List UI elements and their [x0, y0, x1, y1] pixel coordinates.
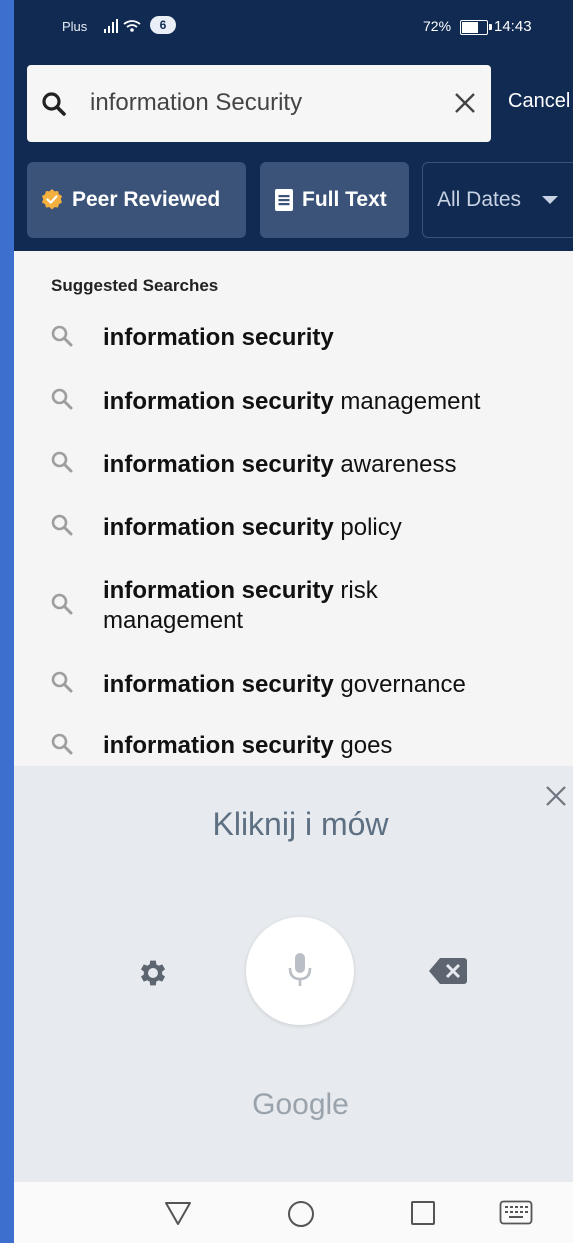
date-range-label: All Dates	[437, 188, 522, 211]
full-text-label: Full Text	[302, 188, 387, 211]
carrier-label: Plus	[62, 19, 88, 34]
android-nav-bar	[14, 1182, 573, 1243]
search-icon	[50, 450, 74, 479]
voice-input-panel: Kliknij i mów Google	[14, 766, 573, 1182]
home-nav-icon[interactable]	[287, 1200, 315, 1233]
back-nav-icon[interactable]	[163, 1200, 193, 1231]
suggestion-rest: goes	[333, 732, 393, 759]
peer-reviewed-label: Peer Reviewed	[72, 188, 221, 211]
search-icon	[50, 670, 74, 699]
google-logo: Google	[252, 1088, 349, 1121]
suggestion-match: information security	[103, 324, 334, 351]
suggestion-match: information security	[103, 732, 334, 759]
suggestion-text: information security awareness	[103, 450, 553, 480]
app-header: Plus 6 72% 14:43 information Security Ca…	[14, 0, 573, 251]
chevron-down-icon	[541, 194, 559, 206]
recents-nav-icon[interactable]	[410, 1200, 436, 1231]
clock: 14:43	[494, 18, 532, 35]
suggestion-match: information security	[103, 513, 334, 541]
gear-icon[interactable]	[136, 956, 170, 995]
search-box[interactable]	[27, 65, 491, 142]
suggestion-match: information security	[103, 577, 334, 604]
suggestion-item[interactable]: information security policy	[14, 496, 573, 559]
verified-badge-icon	[40, 188, 64, 212]
suggestion-rest: awareness	[333, 450, 457, 478]
signal-wifi-icon	[104, 18, 144, 37]
battery-icon	[460, 20, 492, 35]
suggestion-text: information security	[103, 323, 553, 353]
search-icon	[50, 387, 74, 416]
document-icon	[274, 188, 294, 212]
suggestion-text: information security governance	[103, 670, 553, 700]
search-icon	[50, 513, 74, 542]
search-input[interactable]	[90, 83, 430, 123]
full-text-filter[interactable]: Full Text	[260, 162, 409, 238]
clear-icon[interactable]	[451, 89, 479, 117]
notification-badge: 6	[150, 16, 176, 34]
phone-screen: Plus 6 72% 14:43 information Security Ca…	[14, 0, 573, 1243]
microphone-button[interactable]	[246, 917, 354, 1025]
suggestion-item[interactable]: information security governance	[14, 653, 573, 716]
suggested-searches-heading: Suggested Searches	[51, 276, 219, 295]
search-icon	[50, 592, 74, 621]
backspace-icon[interactable]	[428, 956, 468, 991]
date-range-dropdown[interactable]: All Dates	[422, 162, 573, 238]
suggestion-item[interactable]: information security risk management	[14, 562, 573, 650]
suggestion-rest: governance	[333, 670, 466, 698]
suggestion-rest: management	[333, 387, 481, 415]
filter-bar: Peer Reviewed Full Text All Dates	[27, 162, 573, 238]
suggestion-item[interactable]: information security management	[14, 370, 573, 433]
suggestion-text: information security policy	[103, 513, 553, 543]
peer-reviewed-filter[interactable]: Peer Reviewed	[27, 162, 246, 238]
suggestion-match: information security	[103, 450, 334, 478]
status-bar: Plus 6 72% 14:43	[14, 0, 573, 52]
suggestion-item[interactable]: information security	[14, 306, 573, 370]
suggestion-text: information security goes	[103, 731, 553, 761]
search-icon	[41, 91, 67, 122]
suggestion-text: information security risk management	[103, 576, 413, 636]
search-icon	[50, 324, 74, 353]
suggestion-match: information security	[103, 387, 334, 415]
microphone-icon	[288, 953, 312, 986]
suggestion-match: information security	[103, 670, 334, 698]
battery-percent: 72%	[423, 18, 452, 34]
suggestion-item[interactable]: information security awareness	[14, 433, 573, 496]
keyboard-icon[interactable]	[499, 1200, 533, 1231]
voice-prompt: Kliknij i mów	[212, 806, 389, 842]
cancel-button[interactable]: Cancel	[508, 90, 570, 113]
suggestion-text: information security management	[103, 387, 553, 417]
search-icon	[50, 732, 74, 761]
suggestion-rest: policy	[333, 513, 402, 541]
